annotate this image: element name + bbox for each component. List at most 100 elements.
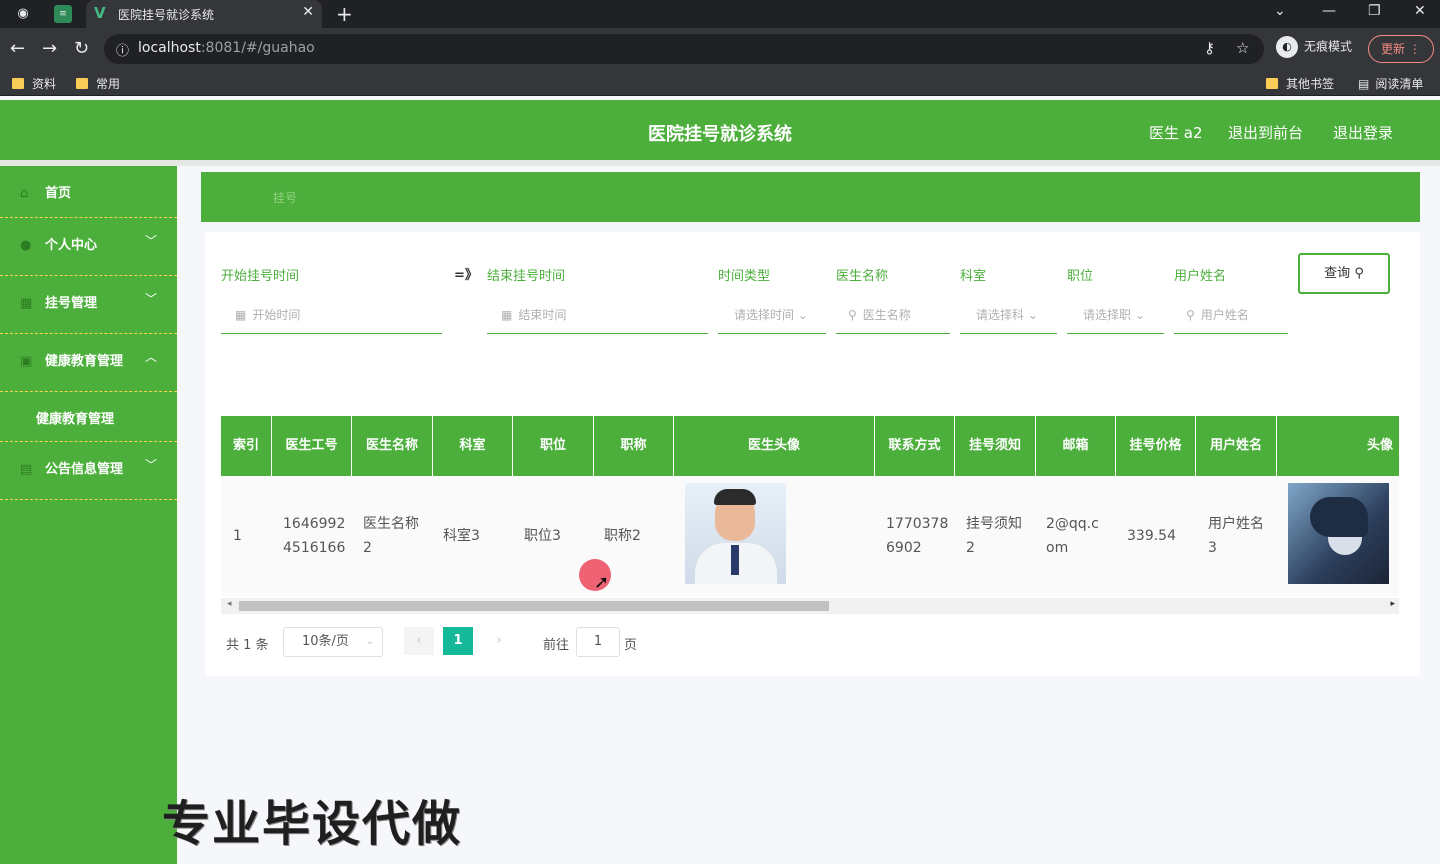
cell-doctor-name: 医生名称 2: [363, 516, 419, 556]
col-phone[interactable]: 联系方式: [875, 416, 955, 476]
prev-page-button[interactable]: ‹: [404, 627, 434, 655]
forward-icon[interactable]: →: [42, 38, 57, 59]
education-icon: ▣: [20, 354, 33, 369]
breadcrumb: 挂号: [201, 172, 1420, 222]
browser-tab-active[interactable]: V 医院挂号就诊系统 ✕: [86, 0, 322, 28]
sidebar-item-notices[interactable]: ▤ 公告信息管理 ﹀: [0, 442, 177, 500]
col-email[interactable]: 邮箱: [1036, 416, 1116, 476]
position-select[interactable]: 请选择职 ⌄: [1067, 298, 1164, 334]
close-tab-icon[interactable]: ✕: [302, 4, 314, 20]
user-name-input[interactable]: ⚲ 用户姓名: [1174, 298, 1288, 334]
page-number-current[interactable]: 1: [443, 627, 473, 655]
password-key-icon[interactable]: ⚷: [1204, 39, 1215, 57]
scrollbar-thumb[interactable]: [239, 601, 829, 611]
department-select[interactable]: 请选择科 ⌄: [960, 298, 1057, 334]
col-department[interactable]: 科室: [433, 416, 513, 476]
incognito-label: 无痕模式: [1304, 39, 1353, 54]
calendar-icon: ▦: [235, 308, 247, 322]
close-window-icon[interactable]: ✕: [1414, 3, 1426, 19]
pinned-tab-icon[interactable]: ≡: [54, 5, 72, 23]
chevron-down-icon: ⌄: [1027, 308, 1038, 322]
col-user-name[interactable]: 用户姓名: [1196, 416, 1277, 476]
col-notice[interactable]: 挂号须知: [955, 416, 1036, 476]
start-time-label: 开始挂号时间: [221, 269, 300, 284]
back-icon[interactable]: ←: [10, 38, 25, 59]
tab-search-icon[interactable]: ⌄: [1274, 3, 1286, 19]
url-field[interactable]: ⓘ localhost:8081/#/guahao ⚷ ☆: [104, 34, 1264, 64]
chevron-down-icon: ⌄: [797, 308, 808, 322]
browser-logo-icon: ◉: [17, 6, 29, 21]
time-type-select[interactable]: 请选择时间 ⌄: [718, 298, 826, 334]
cell-price: 339.54: [1127, 528, 1176, 544]
scroll-left-icon[interactable]: ◂: [227, 599, 232, 609]
sidebar-item-health-education[interactable]: ▣ 健康教育管理 ︿: [0, 334, 177, 392]
cell-email: 2@qq.c om: [1046, 516, 1099, 556]
start-time-input[interactable]: ▦ 开始时间: [221, 298, 442, 334]
col-index[interactable]: 索引: [221, 416, 272, 476]
browser-tab-bar: ◉ ≡ V 医院挂号就诊系统 ✕ + ⌄ — ❐ ✕: [0, 0, 1440, 28]
bookmark-star-icon[interactable]: ☆: [1236, 39, 1249, 57]
reading-list-icon: ▤: [1358, 77, 1370, 91]
cell-department: 科室3: [443, 528, 480, 544]
watermark-text: 专业毕设代做: [162, 796, 463, 852]
table-horizontal-scrollbar[interactable]: ◂ ▸: [221, 598, 1399, 614]
sidebar-item-personal[interactable]: ● 个人中心 ﹀: [0, 218, 177, 276]
chevron-down-icon: ⌄: [1134, 308, 1145, 322]
notice-icon: ▤: [20, 462, 33, 477]
breadcrumb-current: 挂号: [273, 191, 298, 205]
update-button[interactable]: 更新 ⋮: [1368, 35, 1434, 63]
new-tab-icon[interactable]: +: [336, 2, 353, 26]
minimize-icon[interactable]: —: [1322, 3, 1336, 19]
reload-icon[interactable]: ↻: [74, 38, 89, 59]
sidebar-item-label: 个人中心: [45, 238, 98, 253]
chevron-down-icon: ﹀: [144, 292, 157, 306]
next-page-button[interactable]: ›: [484, 627, 514, 655]
goto-label: 前往: [543, 638, 570, 653]
update-label: 更新: [1381, 42, 1406, 56]
site-info-icon[interactable]: ⓘ: [116, 40, 129, 59]
col-doctor-id[interactable]: 医生工号: [272, 416, 352, 476]
mouse-cursor-icon: ➚: [594, 572, 610, 593]
end-time-label: 结束挂号时间: [487, 269, 566, 284]
sidebar-item-register[interactable]: ▦ 挂号管理 ﹀: [0, 276, 177, 334]
goto-page-input[interactable]: 1: [576, 627, 620, 657]
sidebar-item-label: 首页: [45, 186, 72, 201]
col-doctor-photo[interactable]: 医生头像: [674, 416, 875, 476]
sidebar-item-home[interactable]: ⌂ 首页: [0, 166, 177, 218]
page-size-select[interactable]: 10条/页 ⌄: [283, 627, 383, 657]
cell-title: 职称2: [604, 528, 641, 544]
scroll-right-icon[interactable]: ▸: [1390, 599, 1395, 609]
sidebar-subitem-label: 健康教育管理: [36, 412, 115, 427]
incognito-indicator[interactable]: ◐ 无痕模式: [1276, 36, 1352, 58]
app-title: 医院挂号就诊系统: [648, 124, 792, 145]
back-to-front-link[interactable]: 退出到前台: [1228, 122, 1303, 143]
bookmark-folder-2[interactable]: 常用: [76, 75, 120, 92]
pagination-total: 共 1 条: [226, 638, 269, 653]
user-icon: ●: [20, 238, 32, 253]
col-position[interactable]: 职位: [513, 416, 594, 476]
doctor-name-input[interactable]: ⚲ 医生名称: [836, 298, 950, 334]
position-label: 职位: [1067, 269, 1094, 284]
other-bookmarks[interactable]: 其他书签: [1266, 75, 1334, 92]
sidebar-subitem-health-education[interactable]: 健康教育管理: [0, 392, 177, 442]
col-price[interactable]: 挂号价格: [1116, 416, 1196, 476]
range-arrow-icon: =》: [454, 268, 478, 283]
folder-icon: [1266, 78, 1278, 89]
home-icon: ⌂: [20, 186, 29, 201]
col-user-photo[interactable]: 头像: [1277, 416, 1399, 476]
header-divider: [0, 160, 1440, 166]
user-name-label: 用户姓名: [1174, 269, 1227, 284]
col-doctor-name[interactable]: 医生名称: [352, 416, 433, 476]
reading-list[interactable]: ▤ 阅读清单: [1358, 75, 1423, 92]
table-row[interactable]: 1 1646992 4516166 医生名称 2 科室3 职位3 职称2 17703…: [221, 476, 1399, 596]
register-icon: ▦: [20, 296, 33, 311]
col-title[interactable]: 职称: [594, 416, 674, 476]
bookmark-folder-1[interactable]: 资料: [12, 75, 56, 92]
cell-phone: 1770378 6902: [886, 516, 949, 556]
query-button[interactable]: 查询 ⚲: [1298, 253, 1390, 294]
restore-icon[interactable]: ❐: [1368, 3, 1381, 19]
vue-logo-icon: V: [94, 4, 106, 22]
search-icon: ⚲: [1354, 266, 1364, 281]
end-time-input[interactable]: ▦ 结束时间: [487, 298, 708, 334]
logout-link[interactable]: 退出登录: [1333, 122, 1393, 143]
